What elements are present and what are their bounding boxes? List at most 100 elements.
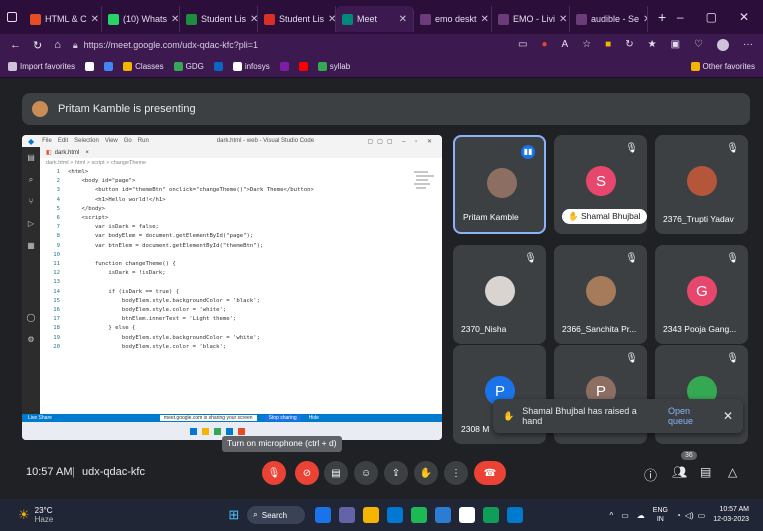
bookmark-item[interactable] bbox=[85, 62, 95, 71]
code-line: 13 bbox=[42, 278, 442, 287]
people-icon[interactable]: 👥︎ bbox=[672, 465, 687, 479]
mic-permission-icon[interactable]: ● bbox=[541, 39, 547, 51]
tab-close-icon[interactable]: ✕ bbox=[324, 14, 335, 25]
bookmark-favicon-icon bbox=[213, 62, 223, 71]
participant-tile[interactable]: 🎙︎ 2366_Sanchita Pr... bbox=[554, 245, 647, 344]
home-icon[interactable]: ⌂ bbox=[54, 39, 61, 51]
line-number: 1 bbox=[56, 169, 60, 175]
wifi-icon[interactable]: ◔ bbox=[676, 511, 681, 520]
extension-icon[interactable]: ■ bbox=[605, 39, 611, 51]
bookmark-item[interactable] bbox=[298, 62, 308, 71]
more-menu-icon[interactable]: ··· bbox=[743, 39, 753, 51]
open-queue-button[interactable]: Open queue bbox=[668, 406, 715, 426]
browser-tab[interactable]: emo deskt ✕ bbox=[414, 6, 492, 32]
browser-tab[interactable]: audible - Se✕ bbox=[570, 6, 648, 32]
participant-tile[interactable]: 🎙︎ 2370_Nisha bbox=[453, 245, 546, 344]
participant-tile[interactable]: 🎙︎ 2376_Trupti Yadav bbox=[655, 135, 748, 234]
bookmark-item[interactable] bbox=[213, 62, 223, 71]
address-bar[interactable]: 🔒︎ https://meet.google.com/udx-qdac-kfc?… bbox=[73, 37, 403, 53]
taskbar-app-icon[interactable] bbox=[411, 507, 428, 523]
taskbar-app-icon[interactable] bbox=[339, 507, 356, 523]
line-number: 17 bbox=[53, 316, 60, 323]
leave-call-button[interactable]: ☎ bbox=[474, 461, 506, 485]
activities-icon[interactable]: △ bbox=[728, 465, 737, 479]
language-region[interactable]: IN bbox=[653, 515, 668, 524]
clock-time[interactable]: 10:57 AM bbox=[713, 505, 749, 515]
minimize-icon[interactable]: – bbox=[677, 10, 684, 24]
line-text: <button id="themeBtn" onclick="changeThe… bbox=[68, 187, 314, 194]
tab-close-icon[interactable]: ✕ bbox=[87, 14, 99, 25]
browser-tab[interactable]: Student Lis ✕ bbox=[180, 6, 258, 32]
browser-tab[interactable]: (10) Whats ✕ bbox=[102, 6, 180, 32]
participant-tile[interactable]: ▮▮ Pritam Kamble bbox=[453, 135, 546, 234]
tray-app-icon[interactable]: ▭ bbox=[621, 511, 629, 520]
volume-icon[interactable]: ◁) bbox=[685, 511, 694, 520]
microphone-button[interactable]: 🎙︎ bbox=[262, 461, 286, 485]
close-toast-icon[interactable]: ✕ bbox=[723, 409, 733, 423]
refresh-sync-icon[interactable]: ↻ bbox=[625, 39, 633, 51]
hand-icon: ✋ bbox=[419, 467, 433, 479]
refresh-icon[interactable]: ↻ bbox=[33, 39, 42, 52]
tab-close-icon[interactable]: ✕ bbox=[477, 14, 489, 25]
chat-icon[interactable]: ▤ bbox=[700, 465, 711, 479]
profile-avatar[interactable] bbox=[717, 39, 729, 51]
camera-permission-icon[interactable]: ▭ bbox=[518, 39, 527, 51]
more-options-button[interactable]: ⋮ bbox=[444, 461, 468, 485]
camera-button[interactable]: ⊘ bbox=[295, 461, 319, 485]
bookmark-item[interactable]: syllab bbox=[317, 62, 350, 71]
participant-name: 2343 Pooja Gang... bbox=[663, 324, 737, 334]
language-code[interactable]: ENG bbox=[653, 506, 668, 515]
taskbar-app-icon[interactable] bbox=[459, 507, 476, 523]
browser-tab[interactable]: Meet ✕ bbox=[336, 6, 414, 32]
participant-tile[interactable]: G 🎙︎ 2343 Pooja Gang... bbox=[655, 245, 748, 344]
url-text[interactable]: https://meet.google.com/udx-qdac-kfc?pli… bbox=[84, 40, 258, 50]
browser-essentials-icon[interactable]: ♡ bbox=[694, 39, 703, 51]
clock-date[interactable]: 12-03-2023 bbox=[713, 515, 749, 525]
start-button[interactable]: ⊞ bbox=[228, 507, 239, 523]
read-aloud-icon[interactable]: A bbox=[562, 39, 569, 51]
bookmark-item[interactable]: Classes bbox=[123, 62, 164, 71]
present-button[interactable]: ⇪ bbox=[384, 461, 408, 485]
bookmark-item[interactable]: GDG bbox=[173, 62, 204, 71]
line-text: bodyElem.style.color = 'white'; bbox=[68, 307, 227, 314]
captions-button[interactable]: ▤ bbox=[324, 461, 348, 485]
workspaces-icon[interactable] bbox=[0, 12, 24, 22]
html-file-icon: ◧ bbox=[46, 150, 52, 156]
raise-hand-button[interactable]: ✋ bbox=[414, 461, 438, 485]
taskbar-app-icon[interactable] bbox=[483, 507, 500, 523]
tray-cloud-icon[interactable]: ☁ bbox=[637, 511, 645, 520]
bookmark-item[interactable]: Import favorites bbox=[8, 62, 75, 71]
bookmark-item[interactable]: infosys bbox=[232, 62, 270, 71]
tab-close-icon[interactable]: ✕ bbox=[246, 14, 257, 25]
browser-tab[interactable]: EMO - Livi ✕ bbox=[492, 6, 570, 32]
info-icon[interactable]: ⓘ bbox=[644, 465, 657, 484]
browser-tab[interactable]: HTML & C ✕ bbox=[24, 6, 102, 32]
taskbar-app-icon[interactable] bbox=[387, 507, 404, 523]
participant-tile[interactable]: S 🎙︎ ✋ Shamal Bhujbal bbox=[554, 135, 647, 234]
back-icon[interactable]: ← bbox=[10, 39, 21, 51]
taskbar-app-icon[interactable] bbox=[507, 507, 524, 523]
maximize-icon[interactable]: ▢ bbox=[706, 10, 717, 24]
favorite-star-icon[interactable]: ☆ bbox=[582, 39, 591, 51]
tab-close-icon[interactable]: ✕ bbox=[639, 14, 647, 25]
taskbar-app-icon[interactable] bbox=[315, 507, 332, 523]
tab-close-icon[interactable]: ✕ bbox=[395, 14, 407, 25]
tab-favicon-icon bbox=[108, 13, 119, 25]
collections-icon[interactable]: ▣ bbox=[671, 39, 680, 51]
favorites-icon[interactable]: ★ bbox=[648, 39, 657, 51]
taskbar-app-icon[interactable] bbox=[363, 507, 380, 523]
reactions-button[interactable]: ☺ bbox=[354, 461, 378, 485]
other-favorites[interactable]: Other favorites bbox=[690, 62, 755, 71]
taskbar-app-icon[interactable] bbox=[435, 507, 452, 523]
bookmark-item[interactable] bbox=[104, 62, 114, 71]
shared-screen[interactable]: ◆ File Edit Selection View Go Run dark.html -… bbox=[22, 135, 442, 440]
bookmark-item[interactable] bbox=[279, 62, 289, 71]
tab-close-icon[interactable]: ✕ bbox=[555, 14, 567, 25]
battery-icon[interactable]: ▭ bbox=[698, 511, 706, 520]
tray-chevron-icon[interactable]: ^ bbox=[609, 511, 613, 520]
tab-close-icon[interactable]: ✕ bbox=[167, 14, 179, 25]
new-tab-button[interactable]: + bbox=[648, 9, 676, 25]
taskbar-search[interactable]: ⌕ Search bbox=[247, 506, 306, 524]
browser-tab[interactable]: Student Lis ✕ bbox=[258, 6, 336, 32]
close-window-icon[interactable]: ✕ bbox=[739, 10, 749, 24]
